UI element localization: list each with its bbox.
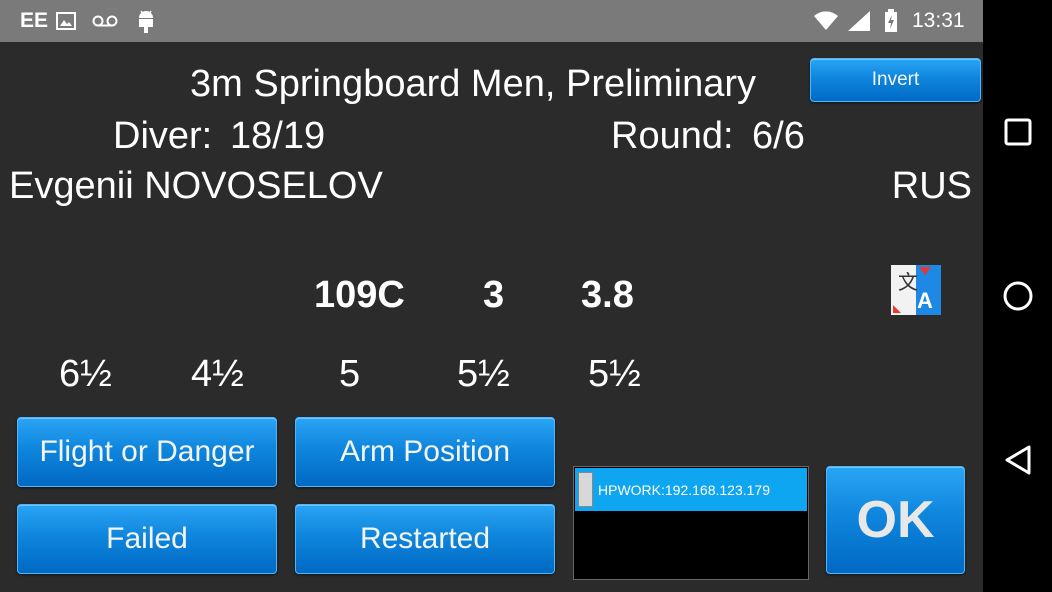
- server-list-item-label: HPWORK:192.168.123.179: [598, 481, 770, 498]
- arm-position-button[interactable]: Arm Position: [295, 417, 555, 487]
- dive-height: 3: [483, 274, 505, 316]
- score-4: 5½: [457, 353, 510, 395]
- arm-position-label: Arm Position: [339, 435, 511, 468]
- score-2: 4½: [191, 353, 244, 395]
- score-5: 5½: [588, 353, 641, 395]
- dive-code: 109C: [314, 274, 405, 316]
- server-list-item[interactable]: HPWORK:192.168.123.179: [575, 468, 807, 511]
- signal-icon: [847, 0, 871, 42]
- android-icon: [136, 0, 156, 42]
- restarted-label: Restarted: [359, 522, 491, 555]
- ok-button[interactable]: OK: [826, 466, 965, 574]
- score-3: 5: [339, 353, 361, 395]
- carrier-label: EE: [20, 0, 48, 42]
- round-value: 6/6: [752, 115, 805, 157]
- diver-value: 18/19: [230, 115, 326, 157]
- flight-or-danger-label: Flight or Danger: [39, 435, 255, 468]
- ok-button-label: OK: [856, 491, 935, 549]
- flight-or-danger-button[interactable]: Flight or Danger: [17, 417, 277, 487]
- svg-text:A: A: [917, 288, 933, 313]
- score-1: 6½: [59, 353, 112, 395]
- diver-country: RUS: [891, 165, 972, 207]
- failed-label: Failed: [106, 522, 188, 555]
- diver-label: Diver:: [113, 115, 213, 157]
- clock-text: 13:31: [912, 9, 965, 32]
- round-label: Round:: [611, 115, 734, 157]
- clock: 13:31: [912, 0, 965, 42]
- failed-button[interactable]: Failed: [17, 504, 277, 574]
- scroll-handle[interactable]: [578, 472, 593, 507]
- invert-button-label: Invert: [871, 69, 920, 90]
- image-icon: [56, 0, 76, 42]
- svg-text:文: 文: [898, 270, 918, 294]
- invert-button[interactable]: Invert: [810, 58, 981, 102]
- home-icon[interactable]: [997, 275, 1039, 317]
- diver-name: Evgenii NOVOSELOV: [9, 165, 383, 207]
- carrier-text: EE: [20, 9, 49, 32]
- voicemail-icon: [92, 0, 118, 42]
- wifi-icon: [813, 0, 839, 42]
- server-list[interactable]: HPWORK:192.168.123.179: [573, 466, 809, 580]
- dive-difficulty: 3.8: [581, 274, 634, 316]
- battery-charging-icon: [884, 0, 898, 42]
- translate-icon[interactable]: 文 A: [891, 265, 941, 315]
- status-bar: EE 13:31: [0, 0, 983, 42]
- back-icon[interactable]: [997, 439, 1039, 481]
- restarted-button[interactable]: Restarted: [295, 504, 555, 574]
- recents-icon[interactable]: [997, 111, 1039, 153]
- event-title: 3m Springboard Men, Preliminary: [190, 63, 757, 105]
- scoring-screen: 3m Springboard Men, Preliminary Invert D…: [0, 42, 983, 592]
- navigation-bar: [983, 0, 1052, 592]
